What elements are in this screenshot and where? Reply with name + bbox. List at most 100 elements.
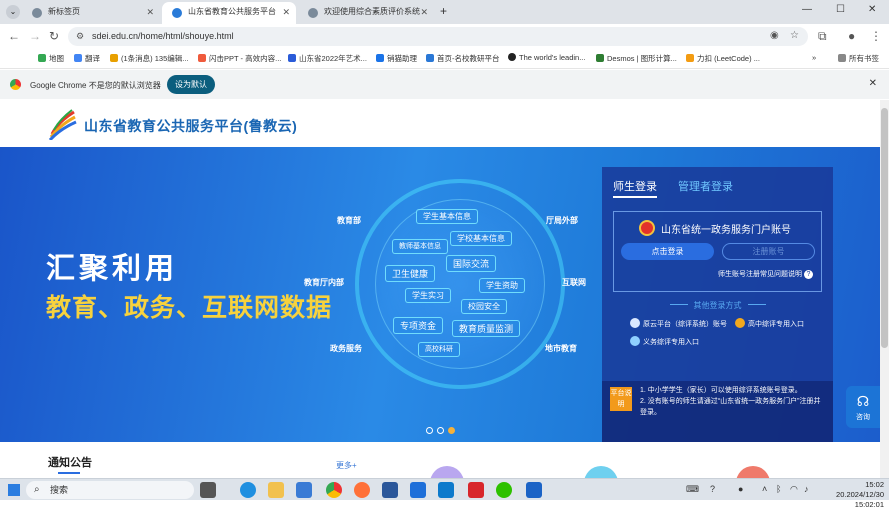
forward-arrow-icon[interactable]: → bbox=[29, 29, 41, 43]
default-browser-infobar: Google Chrome 不是您的默认浏览器 设为默认 ✕ bbox=[0, 70, 889, 99]
tab-title: 山东省教育公共服务平台 bbox=[188, 7, 276, 16]
service-icon[interactable] bbox=[584, 466, 618, 478]
bookmark-item[interactable]: Desmos | 图形计算... bbox=[596, 53, 677, 64]
tab-evaluation-system[interactable]: 欢迎使用综合素质评价系统 ✕ bbox=[298, 2, 434, 24]
login-option-highschool[interactable]: 高中综评专用入口 bbox=[735, 318, 804, 329]
bookmarks-overflow[interactable]: » bbox=[812, 53, 816, 62]
tab-title: 新标签页 bbox=[48, 7, 80, 16]
login-button[interactable]: 点击登录 bbox=[621, 243, 714, 260]
clock[interactable]: 15:02 20.2024/12/30 15:02:01 bbox=[818, 480, 884, 510]
firefox-icon[interactable] bbox=[354, 482, 370, 498]
bookmark-item[interactable]: 首页-名校教研平台 bbox=[426, 53, 500, 64]
bookmark-item[interactable]: 闪击PPT - 高效内容... bbox=[198, 53, 281, 64]
tab-new-tab[interactable]: 新标签页 ✕ bbox=[22, 2, 160, 24]
tab-title: 欢迎使用综合素质评价系统 bbox=[324, 7, 420, 16]
service-icon[interactable] bbox=[430, 466, 464, 478]
bookmarks-bar: 地图 翻译 (1条消息) 135编辑... 闪击PPT - 高效内容... 山东… bbox=[0, 49, 889, 69]
service-icon[interactable] bbox=[736, 466, 770, 478]
bookmark-item[interactable]: 销猫助理 bbox=[376, 53, 417, 64]
bookmark-item[interactable]: 力扣 (LeetCode) ... bbox=[686, 53, 760, 64]
edge-icon[interactable] bbox=[240, 482, 256, 498]
translate-icon bbox=[74, 54, 82, 62]
wps-icon[interactable] bbox=[468, 482, 484, 498]
tab-admin-login[interactable]: 管理者登录 bbox=[678, 178, 733, 194]
windows-start-icon[interactable] bbox=[8, 484, 20, 496]
bluetooth-icon[interactable]: ᛒ bbox=[776, 484, 781, 494]
file-explorer-icon[interactable] bbox=[268, 482, 284, 498]
site-info-icon[interactable]: ⚙ bbox=[76, 31, 84, 42]
taskbar-search-label: 搜索 bbox=[50, 485, 69, 495]
data-chip: 学校基本信息 bbox=[450, 231, 512, 246]
bookmark-item[interactable]: 地图 bbox=[38, 53, 64, 64]
ring-label: 地市教育 bbox=[545, 344, 577, 353]
site-title[interactable]: 山东省教育公共服务平台(鲁教云) bbox=[84, 116, 297, 136]
address-bar[interactable]: ⚙ sdei.edu.cn/home/html/shouye.html ◉ ☆ bbox=[68, 27, 808, 46]
browser-tab-strip: ⌄ 新标签页 ✕ 山东省教育公共服务平台 ✕ 欢迎使用综合素质评价系统 ✕ + … bbox=[0, 0, 889, 24]
national-emblem-icon bbox=[639, 220, 655, 236]
tab-favicon-icon bbox=[32, 8, 42, 18]
cloud-icon bbox=[630, 318, 640, 328]
tab-search-chevron-icon[interactable]: ⌄ bbox=[6, 5, 20, 19]
chrome-icon[interactable] bbox=[326, 482, 342, 498]
all-bookmarks[interactable]: 所有书签 bbox=[838, 53, 879, 64]
task-view-icon[interactable] bbox=[200, 482, 216, 498]
scrollbar-thumb[interactable] bbox=[881, 108, 888, 348]
app-icon[interactable] bbox=[438, 482, 454, 498]
registration-help-link[interactable]: 师生账号注册常见问题说明? bbox=[718, 269, 813, 279]
bookmark-item[interactable]: 山东省2022年艺术... bbox=[288, 53, 367, 64]
data-chip: 校园安全 bbox=[461, 299, 507, 314]
profile-icon[interactable]: ● bbox=[848, 29, 855, 43]
tab-close-icon[interactable]: ✕ bbox=[282, 2, 290, 22]
wechat-icon[interactable] bbox=[496, 482, 512, 498]
tab-teacher-student-login[interactable]: 师生登录 bbox=[613, 178, 657, 198]
more-link[interactable]: 更多+ bbox=[336, 460, 357, 471]
maximize-button[interactable]: ☐ bbox=[836, 4, 845, 15]
infobar-close-icon[interactable]: ✕ bbox=[869, 78, 877, 89]
set-default-button[interactable]: 设为默认 bbox=[167, 75, 215, 94]
bookmark-star-icon[interactable]: ☆ bbox=[790, 30, 799, 41]
carousel-dot-active[interactable] bbox=[448, 427, 455, 434]
reload-icon[interactable]: ↻ bbox=[49, 29, 59, 43]
word-icon[interactable] bbox=[382, 482, 398, 498]
app-icon[interactable] bbox=[526, 482, 542, 498]
data-chip: 教育质量监测 bbox=[452, 320, 521, 337]
data-chip: 学生基本信息 bbox=[416, 209, 478, 224]
tab-close-icon[interactable]: ✕ bbox=[420, 2, 428, 22]
tab-sdei-platform[interactable]: 山东省教育公共服务平台 ✕ bbox=[162, 2, 296, 24]
taskbar-search[interactable]: ⌕ 搜索 bbox=[26, 481, 194, 499]
keyboard-icon[interactable]: ⌨ bbox=[686, 484, 699, 495]
clock-date: 20.2024/12/30 15:02:01 bbox=[836, 490, 884, 509]
login-option-compulsory[interactable]: 义务综评专用入口 bbox=[630, 336, 699, 347]
new-tab-button[interactable]: + bbox=[440, 4, 447, 18]
volume-icon[interactable]: ♪ bbox=[804, 484, 809, 494]
os-taskbar: ⌕ 搜索 ⌨ ? ● ˄ ᛒ ◠ ♪ 15:02 20.2024/12/30 1… bbox=[0, 478, 889, 509]
extensions-icon[interactable]: ⧉ bbox=[818, 29, 827, 44]
register-button[interactable]: 注册账号 bbox=[722, 243, 815, 260]
app-icon[interactable] bbox=[410, 482, 426, 498]
bookmark-item[interactable]: (1条消息) 135编辑... bbox=[110, 53, 189, 64]
tray-app-icon[interactable]: ● bbox=[738, 484, 743, 494]
carousel-dot[interactable] bbox=[426, 427, 433, 434]
consult-button[interactable]: ☊ 咨询 bbox=[846, 386, 880, 428]
more-menu-icon[interactable]: ⋮ bbox=[870, 29, 882, 43]
page-scrollbar[interactable] bbox=[880, 100, 889, 478]
carousel-dots bbox=[426, 427, 459, 436]
folder-icon bbox=[838, 54, 846, 62]
close-window-button[interactable]: ✕ bbox=[868, 4, 876, 15]
back-arrow-icon[interactable]: ← bbox=[8, 29, 20, 43]
carousel-dot[interactable] bbox=[437, 427, 444, 434]
tab-close-icon[interactable]: ✕ bbox=[146, 2, 154, 22]
chevron-up-icon[interactable]: ˄ bbox=[762, 484, 767, 494]
minimize-button[interactable]: — bbox=[802, 4, 812, 15]
login-option-legacy[interactable]: 原云平台（综评系统）账号 bbox=[630, 318, 727, 329]
data-chip: 专项资金 bbox=[393, 317, 444, 334]
wifi-icon[interactable]: ◠ bbox=[790, 484, 798, 495]
bookmark-item[interactable]: The world's leadin... bbox=[508, 53, 585, 62]
eye-off-icon[interactable]: ◉ bbox=[770, 30, 779, 41]
url-text[interactable]: sdei.edu.cn/home/html/shouye.html bbox=[92, 31, 234, 41]
help-icon[interactable]: ? bbox=[710, 484, 715, 494]
infobar-message: Google Chrome 不是您的默认浏览器 bbox=[30, 81, 161, 90]
bookmark-item[interactable]: 翻译 bbox=[74, 53, 100, 64]
bookmark-favicon-icon bbox=[426, 54, 434, 62]
mail-icon[interactable] bbox=[296, 482, 312, 498]
